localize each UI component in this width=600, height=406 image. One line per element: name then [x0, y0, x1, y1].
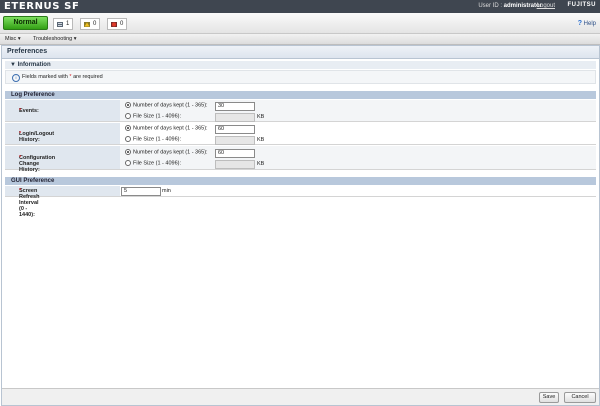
events-size-input	[215, 113, 255, 122]
gui-preference-header: GUI Preference	[5, 177, 596, 185]
status-bar: Normal 1 0 0 ? Help	[0, 13, 600, 34]
config-change-days-radio[interactable]	[125, 149, 131, 155]
user-id-label: User ID :	[478, 3, 502, 9]
login-logout-days-radio[interactable]	[125, 125, 131, 131]
help-link[interactable]: ? Help	[578, 20, 596, 27]
storage-icon	[57, 21, 63, 27]
login-logout-row: Login/Logout History: * Number of days k…	[5, 123, 596, 145]
events-row: Events: * Number of days kept (1 - 365):…	[5, 100, 596, 122]
storage-counter[interactable]: 1	[53, 18, 74, 30]
menu-misc[interactable]: Misc ▾	[5, 36, 21, 42]
menu-bar: Misc ▾ Troubleshooting ▾	[0, 34, 600, 45]
login-logout-days-input[interactable]: 60	[215, 125, 255, 134]
system-status-button[interactable]: Normal	[3, 16, 48, 30]
user-info: User ID : administrator	[478, 3, 542, 9]
refresh-interval-input[interactable]: 5	[121, 187, 161, 196]
information-panel: i Fields marked with * are required	[5, 70, 596, 84]
config-change-days-option[interactable]: Number of days kept (1 - 365):	[125, 149, 208, 155]
warning-counter[interactable]: 0	[80, 18, 101, 30]
events-days-label: Number of days kept (1 - 365):	[133, 102, 208, 109]
refresh-interval-label-cell: Screen Refresh Interval (0 - 1440): *	[5, 186, 120, 218]
events-label-cell: Events: *	[5, 100, 120, 121]
events-days-input[interactable]: 30	[215, 102, 255, 111]
login-logout-days-option[interactable]: Number of days kept (1 - 365):	[125, 125, 208, 131]
events-size-radio[interactable]	[125, 113, 131, 119]
info-text-before: Fields marked with	[22, 74, 68, 80]
information-title: ▼ Information	[10, 62, 51, 68]
config-change-row: Configuration Change History: * Number o…	[5, 146, 596, 173]
refresh-interval-row: Screen Refresh Interval (0 - 1440): * 5 …	[5, 186, 596, 218]
config-change-days-input[interactable]: 60	[215, 149, 255, 158]
warning-icon	[84, 21, 90, 27]
login-logout-size-input	[215, 136, 255, 145]
login-logout-days-label: Number of days kept (1 - 365):	[133, 125, 208, 132]
login-logout-label-cell: Login/Logout History: *	[5, 123, 120, 144]
events-days-option[interactable]: Number of days kept (1 - 365):	[125, 102, 208, 108]
required-mark: *	[69, 74, 72, 80]
error-icon	[111, 21, 117, 27]
storage-count: 1	[66, 21, 70, 27]
cancel-button[interactable]: Cancel	[564, 392, 596, 403]
brand-logo: ETERNUS SF	[4, 1, 80, 12]
top-bar: ETERNUS SF User ID : administrator Logou…	[0, 0, 600, 13]
error-counter[interactable]: 0	[107, 18, 128, 30]
config-change-label-cell: Configuration Change History: *	[5, 146, 120, 173]
config-change-days-label: Number of days kept (1 - 365):	[133, 149, 208, 156]
config-change-size-unit: KB	[257, 161, 265, 167]
save-button[interactable]: Save	[539, 392, 559, 403]
error-count: 0	[120, 21, 124, 27]
menu-troubleshooting[interactable]: Troubleshooting ▾	[33, 36, 77, 42]
config-change-size-label: File Size (1 - 4096):	[133, 160, 181, 167]
action-footer: Save Cancel	[2, 388, 599, 405]
help-label: Help	[583, 21, 596, 27]
config-change-size-radio[interactable]	[125, 160, 131, 166]
information-text: Fields marked with * are required	[22, 74, 103, 80]
login-logout-size-radio[interactable]	[125, 136, 131, 142]
help-icon: ?	[577, 20, 582, 27]
config-change-size-input	[215, 160, 255, 169]
events-days-radio[interactable]	[125, 102, 131, 108]
login-logout-size-unit: KB	[257, 137, 265, 143]
vendor-logo: FUJITSU	[567, 2, 596, 8]
page-title: Preferences	[7, 48, 48, 55]
events-size-option[interactable]: File Size (1 - 4096):	[125, 113, 181, 119]
login-logout-size-option[interactable]: File Size (1 - 4096):	[125, 136, 181, 142]
info-icon: i	[12, 74, 20, 82]
page-title-bar: Preferences	[2, 46, 599, 59]
log-preference-title: Log Preference	[11, 92, 55, 98]
events-size-label: File Size (1 - 4096):	[133, 113, 181, 120]
login-logout-size-label: File Size (1 - 4096):	[133, 136, 181, 143]
gui-preference-title: GUI Preference	[11, 178, 55, 184]
information-header[interactable]: ▼ Information	[5, 61, 596, 69]
warning-count: 0	[93, 21, 97, 27]
refresh-interval-unit: min	[162, 188, 171, 194]
log-preference-header: Log Preference	[5, 91, 596, 99]
config-change-size-option[interactable]: File Size (1 - 4096):	[125, 160, 181, 166]
logout-link[interactable]: Logout	[537, 3, 555, 9]
events-size-unit: KB	[257, 114, 265, 120]
info-text-after: are required	[73, 74, 103, 80]
preferences-page: Preferences ▼ Information i Fields marke…	[1, 45, 600, 406]
